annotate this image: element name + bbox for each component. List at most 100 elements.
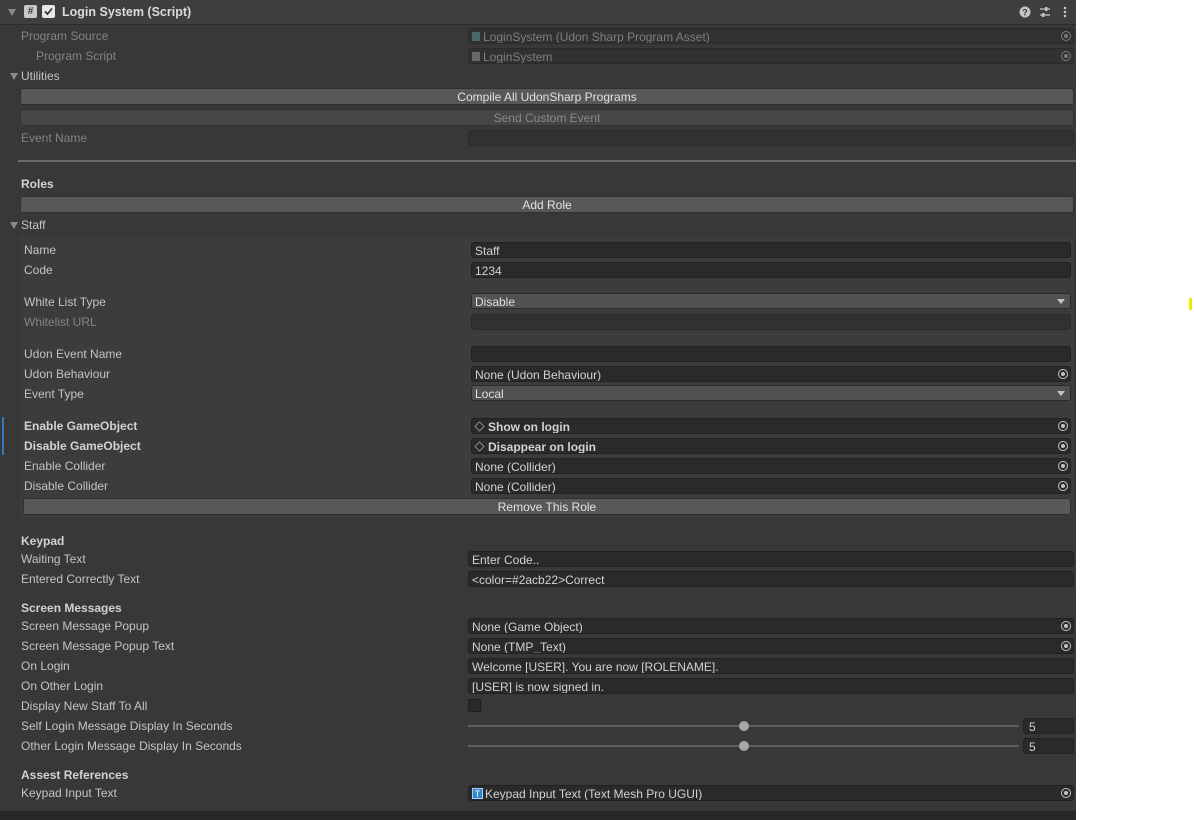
event-type-value: Local (475, 387, 504, 401)
program-script-value: LoginSystem (483, 50, 553, 64)
object-picker-icon[interactable] (1061, 31, 1071, 41)
whitelist-url-label: Whitelist URL (24, 315, 97, 329)
object-picker-icon[interactable] (1061, 621, 1071, 631)
chevron-down-icon (1057, 299, 1065, 304)
popup-value: None (Game Object) (472, 620, 583, 634)
enable-collider-value: None (Collider) (475, 460, 556, 474)
other-seconds-slider-thumb[interactable] (738, 741, 749, 751)
remove-role-button[interactable]: Remove This Role (23, 498, 1071, 515)
object-picker-icon[interactable] (1058, 441, 1068, 451)
event-type-dropdown[interactable]: Local (471, 385, 1071, 401)
on-login-label: On Login (21, 659, 70, 673)
udon-event-name-field[interactable] (471, 346, 1071, 362)
other-seconds-label: Other Login Message Display In Seconds (21, 739, 242, 753)
roles-heading: Roles (21, 177, 54, 191)
whitelist-type-dropdown[interactable]: Disable (471, 293, 1071, 309)
role-name-label: Name (24, 243, 57, 257)
screen-messages-heading: Screen Messages (21, 601, 122, 615)
correct-text-field[interactable]: <color=#2acb22>Correct (468, 571, 1074, 587)
role-code-field[interactable]: 1234 (471, 262, 1071, 278)
whitelist-url-field[interactable] (471, 314, 1071, 330)
event-name-label: Event Name (21, 131, 88, 145)
on-other-login-field[interactable]: [USER] is now signed in. (468, 678, 1074, 694)
chevron-down-icon (1057, 391, 1065, 396)
component-title: Login System (Script) (62, 5, 192, 19)
add-role-button[interactable]: Add Role (20, 196, 1074, 213)
object-picker-icon[interactable] (1058, 421, 1068, 431)
enable-gameobject-value: Show on login (488, 420, 570, 434)
whitelist-type-label: White List Type (24, 295, 106, 309)
object-picker-icon[interactable] (1061, 641, 1071, 651)
gameobject-icon (474, 421, 485, 432)
override-marker (2, 417, 4, 455)
enable-gameobject-field[interactable]: Show on login (471, 418, 1071, 434)
presets-icon[interactable] (1039, 6, 1051, 18)
enable-collider-field[interactable]: None (Collider) (471, 458, 1071, 474)
help-icon[interactable]: ? (1019, 6, 1031, 18)
object-picker-icon[interactable] (1058, 481, 1068, 491)
checkmark-icon (44, 7, 53, 16)
separator (18, 160, 1076, 162)
self-seconds-field[interactable]: 5 (1023, 718, 1074, 734)
event-type-label: Event Type (24, 387, 84, 401)
popup-text-value: None (TMP_Text) (472, 640, 567, 654)
program-script-field[interactable]: LoginSystem (468, 48, 1074, 64)
waiting-text-field[interactable]: Enter Code.. (468, 551, 1074, 567)
csharp-script-icon (472, 52, 480, 62)
role-code-label: Code (24, 263, 53, 277)
asset-references-heading: Assest References (21, 768, 129, 782)
udon-behaviour-field[interactable]: None (Udon Behaviour) (471, 366, 1071, 382)
disable-collider-label: Disable Collider (24, 479, 109, 493)
kebab-menu-icon[interactable] (1062, 6, 1068, 18)
display-new-staff-label: Display New Staff To All (21, 699, 148, 713)
inspector-panel: # Login System (Script) ? Program Source… (0, 0, 1076, 811)
event-name-field[interactable] (468, 130, 1074, 146)
enable-gameobject-label: Enable GameObject (24, 419, 138, 433)
enabled-checkbox[interactable] (42, 5, 55, 18)
staff-foldout[interactable]: Staff (21, 215, 45, 235)
object-picker-icon[interactable] (1061, 788, 1071, 798)
popup-label: Screen Message Popup (21, 619, 150, 633)
self-seconds-slider-thumb[interactable] (738, 721, 749, 731)
keypad-input-field[interactable]: T Keypad Input Text (Text Mesh Pro UGUI) (468, 785, 1074, 801)
program-script-label: Program Script (36, 49, 117, 63)
disable-collider-value: None (Collider) (475, 480, 556, 494)
textmeshpro-icon: T (472, 788, 483, 800)
object-picker-icon[interactable] (1058, 461, 1068, 471)
udon-behaviour-label: Udon Behaviour (24, 367, 111, 381)
udon-asset-icon (472, 32, 480, 42)
popup-text-label: Screen Message Popup Text (21, 639, 175, 653)
gameobject-icon (474, 441, 485, 452)
keypad-heading: Keypad (21, 534, 65, 548)
role-name-field[interactable]: Staff (471, 242, 1071, 258)
enable-collider-label: Enable Collider (24, 459, 106, 473)
script-icon: # (24, 5, 37, 18)
on-login-field[interactable]: Welcome [USER]. You are now [ROLENAME]. (468, 658, 1074, 674)
highlight-marker (1189, 298, 1192, 310)
keypad-input-label: Keypad Input Text (21, 786, 117, 800)
object-picker-icon[interactable] (1061, 51, 1071, 61)
object-picker-icon[interactable] (1058, 369, 1068, 379)
utilities-foldout-arrow-icon[interactable] (10, 73, 18, 80)
panel-bottom-edge (0, 811, 1076, 820)
compile-all-button[interactable]: Compile All UdonSharp Programs (20, 88, 1074, 105)
popup-field[interactable]: None (Game Object) (468, 618, 1074, 634)
staff-foldout-arrow-icon[interactable] (10, 222, 18, 229)
component-header: # Login System (Script) ? (0, 0, 1076, 25)
program-source-label: Program Source (21, 29, 109, 43)
on-other-login-label: On Other Login (21, 679, 104, 693)
keypad-input-value: Keypad Input Text (Text Mesh Pro UGUI) (485, 787, 703, 801)
whitelist-type-value: Disable (475, 295, 516, 309)
disable-collider-field[interactable]: None (Collider) (471, 478, 1071, 494)
popup-text-field[interactable]: None (TMP_Text) (468, 638, 1074, 654)
disable-gameobject-field[interactable]: Disappear on login (471, 438, 1071, 454)
header-foldout-arrow-icon[interactable] (8, 9, 16, 16)
utilities-foldout[interactable]: Utilities (21, 66, 60, 86)
correct-text-label: Entered Correctly Text (21, 572, 140, 586)
self-seconds-label: Self Login Message Display In Seconds (21, 719, 233, 733)
other-seconds-field[interactable]: 5 (1023, 738, 1074, 754)
program-source-field[interactable]: LoginSystem (Udon Sharp Program Asset) (468, 28, 1074, 44)
udon-event-name-label: Udon Event Name (24, 347, 123, 361)
display-new-staff-checkbox[interactable] (468, 699, 481, 712)
send-custom-event-button[interactable]: Send Custom Event (20, 109, 1074, 126)
